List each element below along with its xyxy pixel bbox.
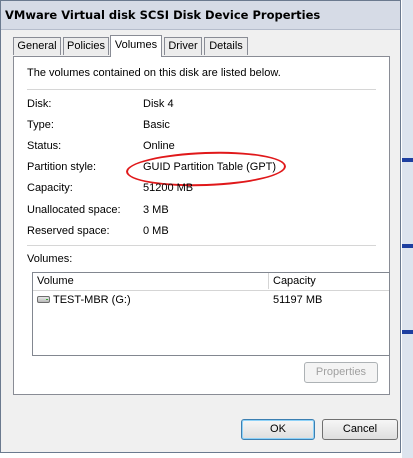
capacity-value: 51200 MB [143,182,194,194]
background-window-line [402,330,413,334]
ok-button[interactable]: OK [241,419,315,440]
tab-volumes[interactable]: Volumes [110,35,162,57]
status-label: Status: [27,140,62,152]
reserved-space-value: 0 MB [143,225,169,237]
column-header-capacity[interactable]: Capacity [269,273,389,289]
tab-policies[interactable]: Policies [63,37,109,55]
title-bar[interactable]: VMware Virtual disk SCSI Disk Device Pro… [1,1,400,30]
list-header: Volume Capacity [33,273,389,291]
drive-icon [37,296,50,303]
type-label: Type: [27,119,54,131]
tab-details[interactable]: Details [204,37,248,55]
intro-text: The volumes contained on this disk are l… [27,67,281,79]
status-value: Online [143,140,175,152]
volumes-panel: The volumes contained on this disk are l… [13,56,390,395]
cancel-button[interactable]: Cancel [322,419,398,440]
unallocated-space-value: 3 MB [143,204,169,216]
divider [27,89,376,90]
volumes-caption: Volumes: [27,253,73,265]
background-window-line [402,244,413,248]
divider [27,245,376,246]
capacity-label: Capacity: [27,182,73,194]
background-window [402,0,413,458]
properties-button[interactable]: Properties [304,362,378,383]
column-header-volume[interactable]: Volume [33,273,269,289]
tab-general[interactable]: General [13,37,61,55]
background-window-line [402,158,413,162]
list-item[interactable]: TEST-MBR (G:) 51197 MB [33,292,389,308]
type-value: Basic [143,119,170,131]
reserved-space-label: Reserved space: [27,225,110,237]
disk-value: Disk 4 [143,98,174,110]
properties-dialog: VMware Virtual disk SCSI Disk Device Pro… [0,0,401,453]
volume-name: TEST-MBR (G:) [53,294,131,306]
tab-driver[interactable]: Driver [164,37,202,55]
unallocated-space-label: Unallocated space: [27,204,121,216]
volumes-list[interactable]: Volume Capacity TEST-MBR (G:) 51197 MB [32,272,390,356]
disk-label: Disk: [27,98,52,110]
partition-style-label: Partition style: [27,161,97,173]
volume-capacity: 51197 MB [273,294,323,306]
window-title: VMware Virtual disk SCSI Disk Device Pro… [5,8,321,22]
